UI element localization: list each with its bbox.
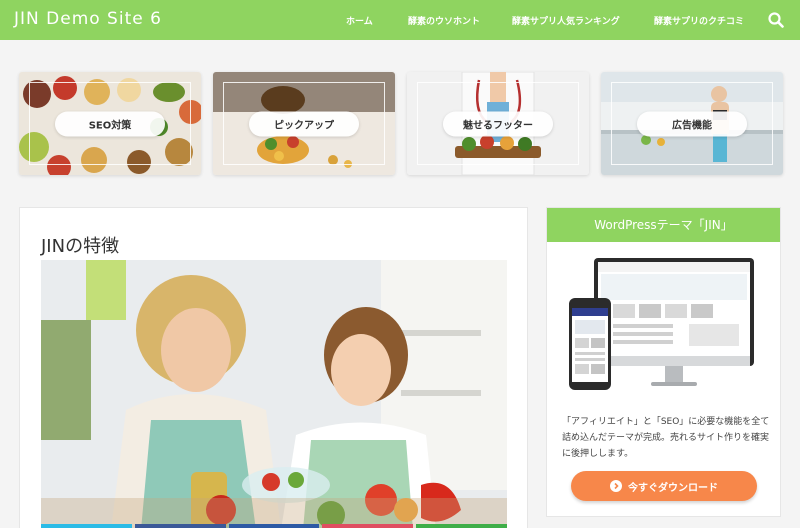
share-facebook-button[interactable] [134, 524, 226, 528]
mother-and-daughter-cooking-photo [41, 260, 507, 528]
pickup-label[interactable]: 魅せるフッター [443, 111, 553, 136]
pickup-card-pickup[interactable]: ピックアップ [213, 72, 395, 175]
share-hatena-button[interactable] [228, 524, 320, 528]
widget-title: WordPressテーマ「JIN」 [547, 208, 780, 242]
nav-item-ranking[interactable]: 酵素サプリ人気ランキング [512, 14, 620, 27]
pickup-card-ads[interactable]: 広告機能 [601, 72, 783, 175]
nav-item-home[interactable]: ホーム [346, 14, 373, 27]
pickup-card-seo[interactable]: SEO対策 [19, 72, 201, 175]
share-twitter-button[interactable] [41, 524, 132, 528]
nav-item-reviews[interactable]: 酵素サプリのクチコミ [654, 14, 744, 27]
site-title[interactable]: JIN Demo Site 6 [14, 9, 162, 29]
page-title: JINの特徴 [41, 236, 120, 257]
share-buttons [41, 524, 507, 528]
pickup-label[interactable]: 広告機能 [637, 111, 747, 136]
share-line-button[interactable] [416, 524, 507, 528]
nav-item-enzyme-truth[interactable]: 酵素のウソホント [408, 14, 480, 27]
share-pocket-button[interactable] [322, 524, 414, 528]
chevron-circle-icon [610, 480, 622, 492]
pickup-label[interactable]: ピックアップ [249, 111, 359, 136]
main-article: JINの特徴 [19, 207, 528, 528]
sidebar-widget: WordPressテーマ「JIN」 「アフィリエイト」と「SEO」に必要な機能を… [546, 207, 781, 517]
site-header: JIN Demo Site 6 ホーム 酵素のウソホント 酵素サプリ人気ランキン… [0, 0, 800, 40]
widget-description: 「アフィリエイト」と「SEO」に必要な機能を全て詰め込んだテーマが完成。売れるサ… [562, 417, 770, 459]
download-button-label: 今すぐダウンロード [628, 482, 718, 494]
search-icon[interactable] [768, 12, 784, 28]
jin-theme-devices-mockup [569, 258, 754, 390]
pickup-label[interactable]: SEO対策 [55, 111, 165, 136]
pickup-card-footer[interactable]: 魅せるフッター [407, 72, 589, 175]
download-button[interactable]: 今すぐダウンロード [571, 471, 757, 501]
